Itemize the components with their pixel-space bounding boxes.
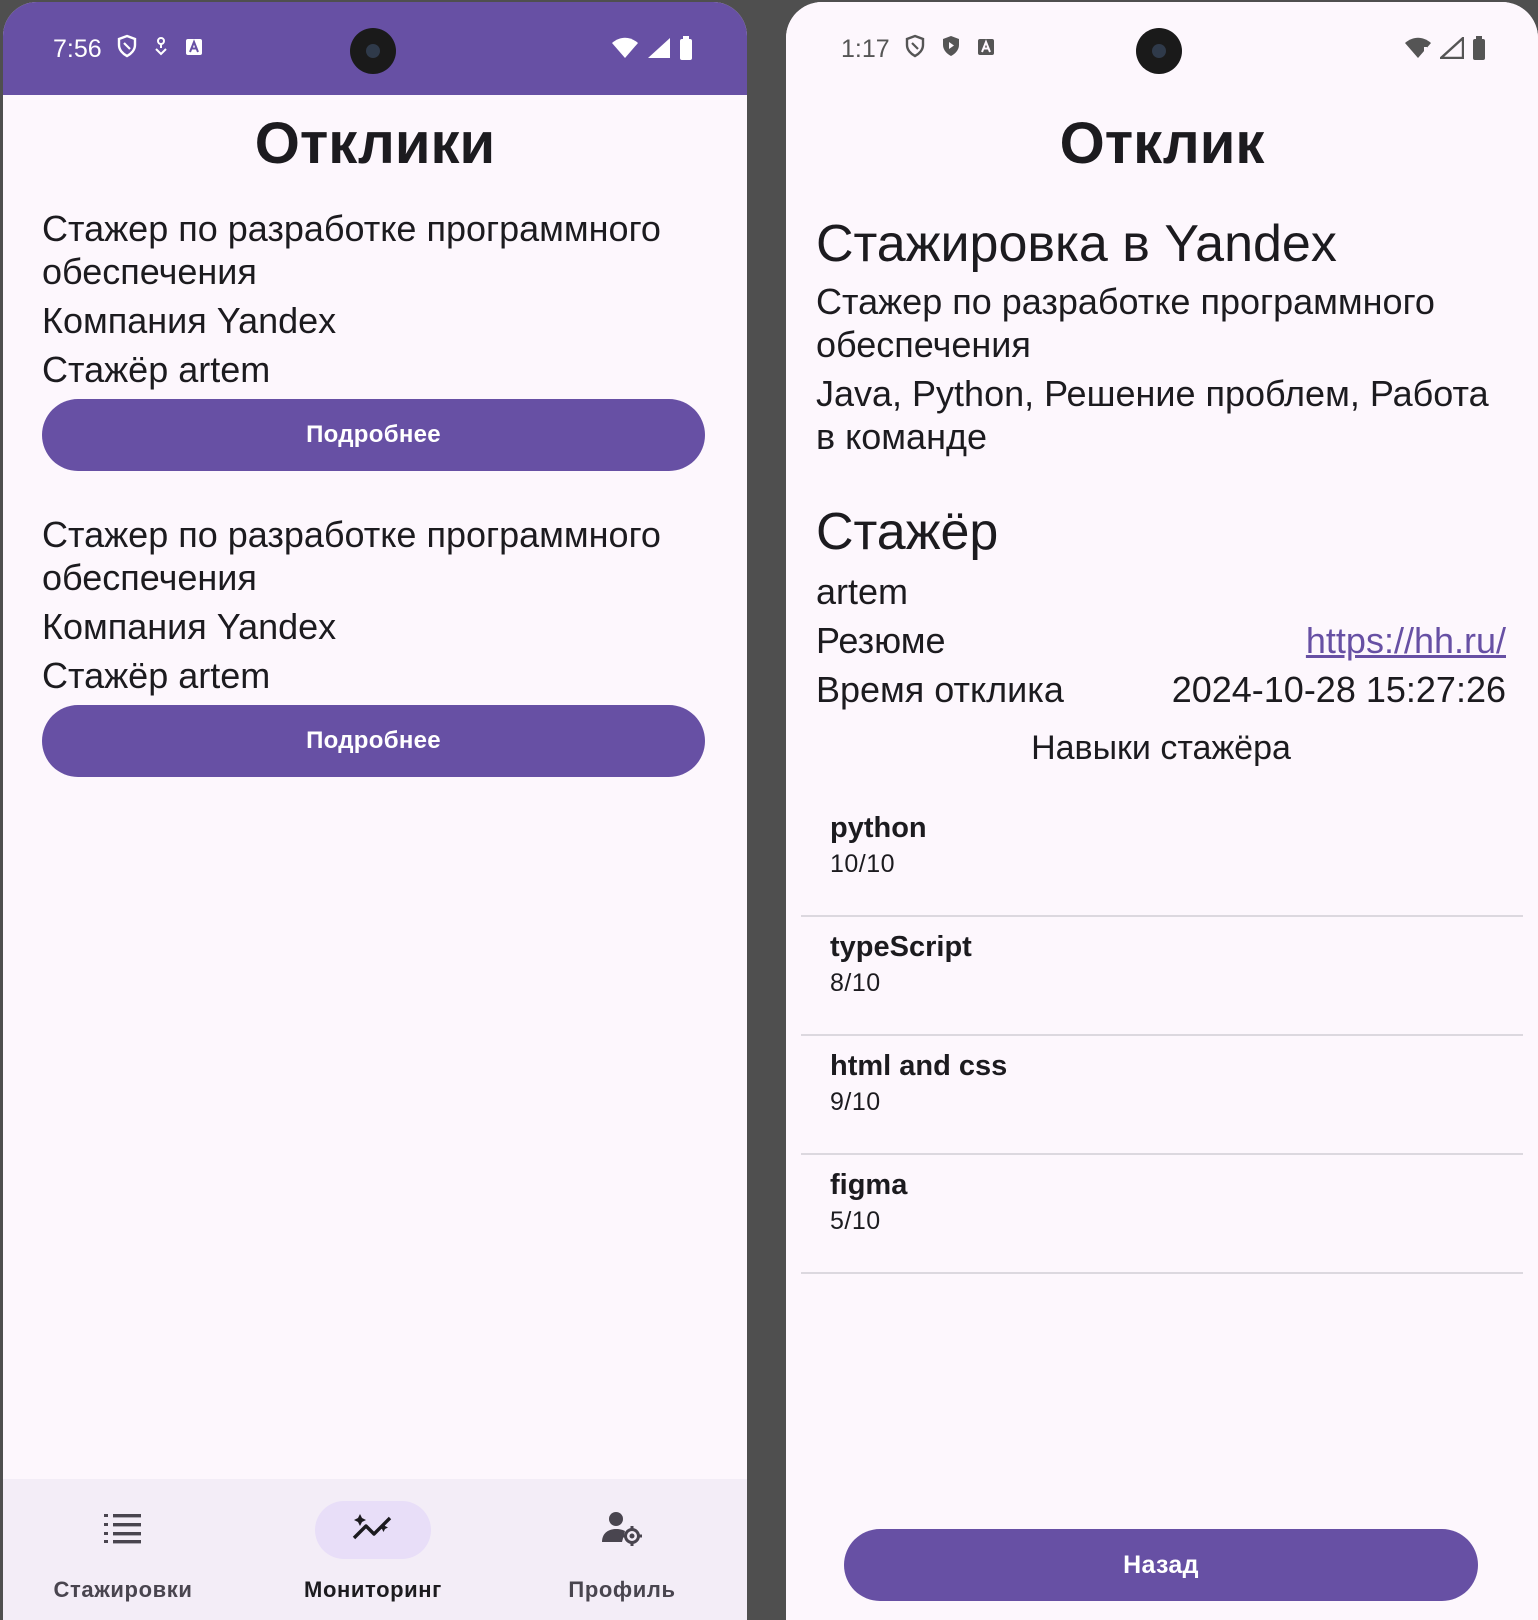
- response-position: Стажер по разработке программного обеспе…: [42, 514, 661, 598]
- battery-icon: [1472, 36, 1486, 65]
- vacancy-section: Стажировка в Yandex Стажер по разработке…: [816, 214, 1506, 458]
- response-info: Стажер по разработке программного обеспе…: [42, 513, 705, 697]
- status-time: 7:56: [53, 35, 102, 63]
- nav-indicator: [65, 1501, 181, 1559]
- keyboard-a-icon: [184, 35, 204, 64]
- response-time-value: 2024-10-28 15:27:26: [1171, 669, 1506, 710]
- nav-label: Стажировки: [53, 1577, 193, 1602]
- responses-screen: 7:56 Отклики Стажер по разработке програ…: [3, 2, 747, 1620]
- signal-icon: [1437, 35, 1465, 64]
- nav-indicator: [315, 1501, 431, 1559]
- resume-link[interactable]: https://hh.ru/: [1306, 619, 1506, 662]
- skill-name: html and css: [830, 1050, 1008, 1082]
- shield-icon: [904, 34, 926, 65]
- response-card: Стажер по разработке программного обеспе…: [42, 207, 705, 471]
- skill-score: 10/10: [830, 850, 896, 878]
- response-time-row: Время отклика 2024-10-28 15:27:26: [816, 668, 1506, 711]
- nav-item-monitoring[interactable]: Мониторинг: [249, 1479, 497, 1620]
- skill-name: typeScript: [830, 931, 972, 963]
- intern-heading: Стажёр: [816, 503, 999, 561]
- skill-name: python: [830, 812, 927, 844]
- skill-name: figma: [830, 1169, 908, 1201]
- vacancy-skills: Java, Python, Решение проблем, Работа в …: [816, 373, 1489, 457]
- shield-icon: [116, 34, 138, 65]
- keyboard-a-icon: [976, 35, 996, 64]
- monitoring-chart-icon: [352, 1512, 394, 1549]
- bottom-navigation: Стажировки Мониторинг Профиль: [3, 1479, 747, 1620]
- intern-name: artem: [816, 571, 909, 612]
- location-icon: [152, 35, 170, 64]
- page-title: Отклик: [1059, 111, 1265, 176]
- status-bar: 1:17: [786, 2, 1538, 98]
- response-intern: Стажёр artem: [42, 349, 271, 390]
- status-right: [1404, 35, 1486, 65]
- intern-skills-heading: Навыки стажёра: [1031, 729, 1291, 767]
- response-company: Компания Yandex: [42, 606, 337, 647]
- response-company: Компания Yandex: [42, 300, 337, 341]
- resume-label: Резюме: [816, 620, 946, 661]
- page-title: Отклики: [254, 111, 496, 176]
- response-card: Стажер по разработке программного обеспе…: [42, 513, 705, 777]
- list-item: python 10/10: [801, 798, 1523, 917]
- nav-item-internships[interactable]: Стажировки: [3, 1479, 247, 1620]
- skill-score: 8/10: [830, 969, 881, 997]
- list-item: html and css 9/10: [801, 1036, 1523, 1155]
- signal-icon: [647, 37, 671, 64]
- details-button[interactable]: Подробнее: [42, 705, 705, 777]
- status-time: 1:17: [841, 35, 890, 63]
- intern-section: Стажёр artem Резюме https://hh.ru/ Время…: [816, 502, 1506, 769]
- skill-score: 9/10: [830, 1088, 881, 1116]
- vacancy-title: Стажировка в Yandex: [816, 215, 1337, 273]
- response-info: Стажер по разработке программного обеспе…: [42, 207, 705, 391]
- battery-icon: [679, 36, 693, 65]
- nav-indicator: [564, 1501, 680, 1559]
- profile-settings-icon: [602, 1510, 642, 1551]
- response-time-label: Время отклика: [816, 669, 1064, 710]
- nav-label: Мониторинг: [304, 1577, 442, 1602]
- response-detail-screen: 1:17 Отклик Стажировка в Yandex Стажер п…: [786, 2, 1538, 1620]
- status-left: 1:17: [841, 34, 996, 65]
- nav-item-profile[interactable]: Профиль: [498, 1479, 746, 1620]
- front-camera: [350, 28, 396, 74]
- wifi-alert-icon: [1404, 37, 1432, 64]
- resume-row: Резюме https://hh.ru/: [816, 619, 1506, 662]
- back-button[interactable]: Назад: [844, 1529, 1478, 1601]
- wifi-icon: [611, 37, 639, 64]
- shield-filled-icon: [940, 34, 962, 65]
- response-position: Стажер по разработке программного обеспе…: [42, 208, 661, 292]
- response-intern: Стажёр artem: [42, 655, 271, 696]
- front-camera: [1136, 28, 1182, 74]
- skills-list: python 10/10 typeScript 8/10 html and cs…: [801, 798, 1523, 1274]
- nav-label: Профиль: [568, 1577, 676, 1602]
- details-button[interactable]: Подробнее: [42, 399, 705, 471]
- status-right: [611, 36, 693, 65]
- list-item: figma 5/10: [801, 1155, 1523, 1274]
- list-icon: [104, 1511, 142, 1550]
- list-item: typeScript 8/10: [801, 917, 1523, 1036]
- status-bar: 7:56: [3, 2, 747, 95]
- status-left: 7:56: [53, 34, 204, 65]
- vacancy-position: Стажер по разработке программного обеспе…: [816, 281, 1435, 365]
- skill-score: 5/10: [830, 1207, 881, 1235]
